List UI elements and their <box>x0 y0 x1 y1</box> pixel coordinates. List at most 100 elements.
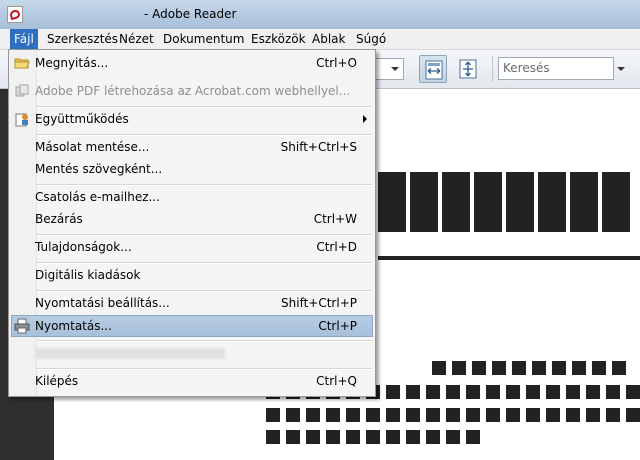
page-pattern-block <box>612 361 626 375</box>
page-pattern-block <box>592 361 606 375</box>
menu-separator <box>37 106 373 108</box>
fit-width-icon <box>425 60 443 80</box>
page-pattern-block <box>466 385 480 399</box>
menu-separator <box>37 368 373 370</box>
menu-item-label: Kilépés <box>35 374 79 388</box>
page-pattern-block <box>572 361 586 375</box>
page-pattern-block <box>386 385 400 399</box>
page-pattern-block <box>486 385 500 399</box>
page-pattern-block <box>512 361 526 375</box>
page-pattern-block <box>432 361 446 375</box>
fit-page-button[interactable] <box>454 55 482 83</box>
menu-edit[interactable]: Szerkesztés <box>43 29 122 49</box>
page-pattern-block <box>586 385 600 399</box>
page-rule <box>378 256 640 260</box>
menu-help[interactable]: Súgó <box>352 29 390 49</box>
menu-separator <box>37 234 373 236</box>
menu-item-shortcut: Shift+Ctrl+S <box>280 140 357 154</box>
page-pattern-block <box>386 408 400 422</box>
menu-item-collaboration[interactable]: Együttműködés <box>11 108 373 130</box>
collaboration-icon <box>15 113 28 127</box>
file-menu: Megnyitás... Ctrl+O Adobe PDF létrehozás… <box>8 49 376 397</box>
menu-item-label: Tulajdonságok... <box>35 240 132 254</box>
page-pattern-block <box>266 408 280 422</box>
page-pattern-block <box>486 408 500 422</box>
page-pattern-block <box>466 430 480 444</box>
page-pattern-block <box>306 430 320 444</box>
page-pattern-block <box>346 408 360 422</box>
page-pattern-block <box>546 408 560 422</box>
page-graphic <box>570 172 598 232</box>
page-pattern-block <box>472 361 486 375</box>
page-pattern-block <box>366 408 380 422</box>
menu-item-print-setup[interactable]: Nyomtatási beállítás... Shift+Ctrl+P <box>11 292 373 314</box>
menu-item-create-pdf-acrobat-com: Adobe PDF létrehozása az Acrobat.com web… <box>11 80 373 102</box>
page-pattern-block <box>546 385 560 399</box>
page-pattern-block <box>406 430 420 444</box>
page-pattern-block <box>366 430 380 444</box>
menu-item-properties[interactable]: Tulajdonságok... Ctrl+D <box>11 236 373 258</box>
page-pattern-block <box>626 408 640 422</box>
menu-view[interactable]: Nézet <box>115 29 158 49</box>
chevron-down-icon <box>391 67 399 71</box>
menu-separator <box>37 134 373 136</box>
chevron-down-icon <box>617 67 625 71</box>
menu-item-close[interactable]: Bezárás Ctrl+W <box>11 208 373 230</box>
page-pattern-block <box>492 361 506 375</box>
menu-item-shortcut: Ctrl+W <box>313 212 357 226</box>
menu-item-print[interactable]: Nyomtatás... Ctrl+P <box>11 315 373 337</box>
printer-icon <box>14 318 30 334</box>
menu-item-label: Nyomtatás... <box>35 319 112 333</box>
menu-item-save-as-text[interactable]: Mentés szövegként... <box>11 158 373 180</box>
menu-window[interactable]: Ablak <box>308 29 349 49</box>
menu-item-recent-file[interactable] <box>11 342 373 364</box>
title-bar: - Adobe Reader <box>0 0 640 29</box>
search-input[interactable]: Keresés <box>498 57 614 80</box>
page-pattern-block <box>606 408 620 422</box>
page-pattern-block <box>526 408 540 422</box>
menu-tools[interactable]: Eszközök <box>247 29 310 49</box>
menu-file[interactable]: Fájl <box>10 29 38 49</box>
page-pattern-block <box>452 361 466 375</box>
menu-item-label: Adobe PDF létrehozása az Acrobat.com web… <box>35 84 351 98</box>
menu-bar: Fájl Szerkesztés Nézet Dokumentum Eszköz… <box>0 29 640 50</box>
page-pattern-block <box>406 385 420 399</box>
page-pattern-block <box>586 408 600 422</box>
page-pattern-block <box>326 430 340 444</box>
menu-separator <box>37 340 373 342</box>
adobe-pdf-icon <box>7 6 23 23</box>
page-pattern-block <box>266 430 280 444</box>
page-graphic <box>602 172 630 232</box>
page-pattern-block <box>626 385 640 399</box>
menu-item-label: Nyomtatási beállítás... <box>35 296 170 310</box>
menu-item-exit[interactable]: Kilépés Ctrl+Q <box>11 370 373 392</box>
menu-item-label: Bezárás <box>35 212 83 226</box>
menu-item-label: Együttműködés <box>35 112 129 126</box>
page-pattern-block <box>306 408 320 422</box>
menu-item-shortcut: Shift+Ctrl+P <box>281 296 357 310</box>
page-graphic <box>474 172 502 232</box>
page-pattern-block <box>446 385 460 399</box>
fit-width-button[interactable] <box>419 55 447 83</box>
page-pattern-block <box>346 430 360 444</box>
acrobat-com-icon <box>15 84 29 97</box>
page-pattern-block <box>506 385 520 399</box>
folder-icon <box>14 58 30 69</box>
menu-item-shortcut: Ctrl+Q <box>316 374 357 388</box>
fit-page-icon <box>459 59 477 79</box>
page-pattern-block <box>286 408 300 422</box>
page-graphic <box>410 172 438 232</box>
menu-item-save-copy[interactable]: Másolat mentése... Shift+Ctrl+S <box>11 136 373 158</box>
menu-separator <box>37 184 373 186</box>
page-pattern-block <box>446 430 460 444</box>
menu-document[interactable]: Dokumentum <box>159 29 248 49</box>
page-pattern-block <box>606 385 620 399</box>
menu-item-shortcut: Ctrl+D <box>316 240 357 254</box>
toolbar-separator <box>492 56 493 82</box>
search-dropdown-button[interactable] <box>614 57 628 80</box>
menu-item-label: Csatolás e-mailhez... <box>35 190 160 204</box>
menu-item-digital-editions[interactable]: Digitális kiadások <box>11 264 373 286</box>
page-graphic <box>506 172 534 232</box>
menu-item-open[interactable]: Megnyitás... Ctrl+O <box>11 52 373 74</box>
menu-item-attach-email[interactable]: Csatolás e-mailhez... <box>11 186 373 208</box>
